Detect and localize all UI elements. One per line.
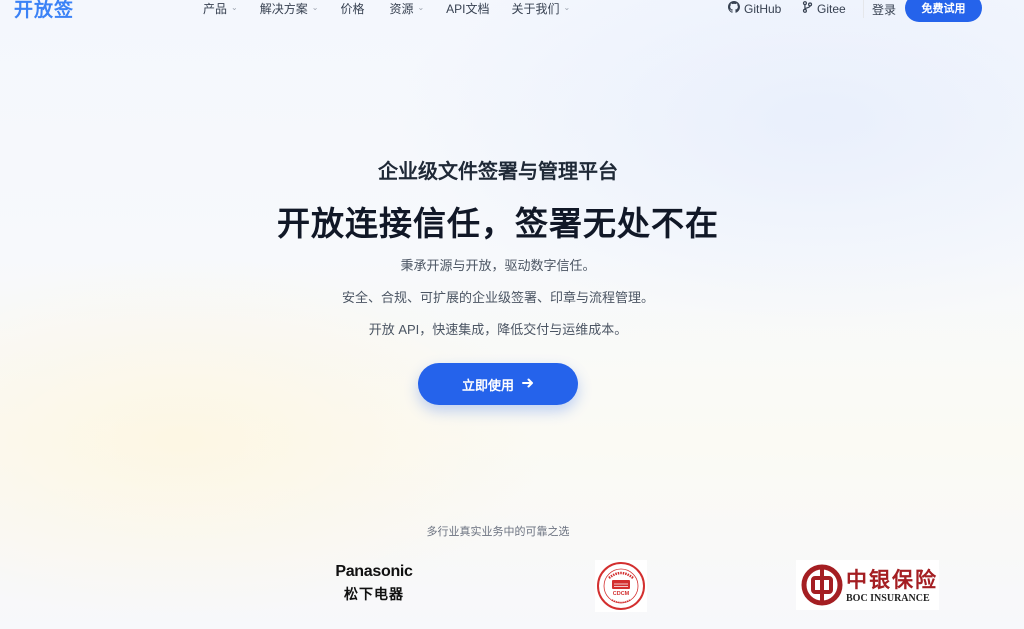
boc-insurance-logo: 中银保险 BOC INSURANCE [796, 560, 939, 610]
chevron-down-icon: ⌄ [563, 2, 571, 12]
header-divider [863, 0, 864, 18]
nav-item-solutions[interactable]: 解决方案 ⌄ [260, 0, 319, 17]
chevron-down-icon: ⌄ [417, 2, 425, 12]
github-label: GitHub [744, 1, 782, 16]
gitee-branch-icon [802, 1, 813, 16]
panasonic-logo: Panasonic 松下电器 [328, 563, 420, 604]
nav-item-label: 产品 [203, 1, 228, 16]
header-actions: GitHub Gitee 登录 免费试用 [704, 0, 1024, 22]
nav-item-label: 价格 [340, 1, 365, 16]
github-link[interactable]: GitHub [728, 1, 781, 16]
nav-item-label: API文档 [446, 1, 490, 16]
main-nav: 产品 ⌄ 解决方案 ⌄ 价格 资源 ⌄ API文档 关于我们 ⌄ [203, 0, 592, 16]
nav-item-label: 资源 [389, 1, 414, 16]
panasonic-logo-cn-text: 松下电器 [344, 586, 404, 602]
cdcm-logo-text: CDCM [613, 591, 630, 597]
hero-title: 开放连接信任，签署无处不在 [277, 205, 719, 242]
boc-logo-cn-text: 中银保险 [846, 567, 938, 592]
nav-item-about[interactable]: 关于我们 ⌄ [512, 0, 571, 17]
nav-item-resources[interactable]: 资源 ⌄ [389, 0, 424, 17]
nav-item-products[interactable]: 产品 ⌄ [203, 0, 238, 17]
boc-emblem-icon [801, 564, 843, 606]
hero-subtitle: 企业级文件签署与管理平台 [378, 161, 618, 183]
site-header: 开放签 产品 ⌄ 解决方案 ⌄ 价格 资源 ⌄ API文档 关于我们 ⌄ Git… [0, 0, 1024, 22]
nav-item-label: 关于我们 [511, 1, 560, 16]
gitee-label: Gitee [817, 1, 846, 16]
gitee-link[interactable]: Gitee [802, 1, 846, 16]
free-trial-button[interactable]: 免费试用 [905, 0, 982, 22]
nav-item-label: 解决方案 [259, 1, 308, 16]
hero-description-1: 秉承开源与开放，驱动数字信任。 [400, 258, 596, 273]
cdcm-seal-icon: CDCM [597, 562, 645, 610]
customers-caption: 多行业真实业务中的可靠之选 [426, 526, 570, 538]
brand-logo[interactable]: 开放签 [14, 0, 74, 22]
boc-logo-en-text: BOC INSURANCE [846, 593, 930, 604]
hero-description-3: 开放 API，快速集成，降低交付与运维成本。 [368, 322, 628, 337]
chevron-down-icon: ⌄ [231, 2, 238, 12]
cdcm-logo: CDCM [595, 560, 647, 612]
nav-item-pricing[interactable]: 价格 [340, 0, 364, 17]
get-started-button[interactable]: 立即使用 [418, 363, 578, 405]
cta-label: 立即使用 [461, 377, 514, 393]
panasonic-logo-text: Panasonic [335, 563, 413, 580]
chevron-down-icon: ⌄ [311, 2, 319, 12]
hero-description-2: 安全、合规、可扩展的企业级签署、印章与流程管理。 [341, 290, 654, 305]
arrow-right-icon [522, 376, 534, 392]
login-link[interactable]: 登录 [872, 1, 896, 18]
github-icon [728, 1, 740, 16]
nav-item-api-docs[interactable]: API文档 [446, 0, 489, 17]
